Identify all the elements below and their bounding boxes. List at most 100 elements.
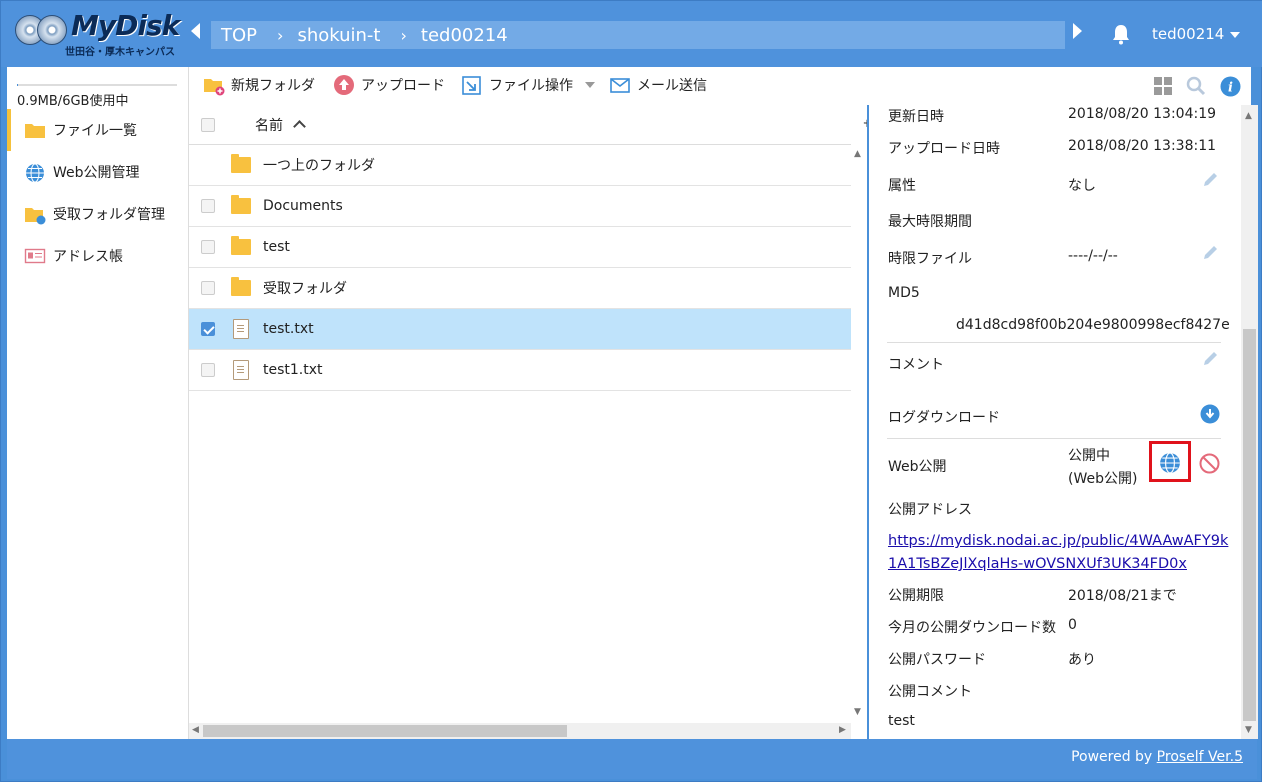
public-address-line1[interactable]: https://mydisk.nodai.ac.jp/public/4WAAwA… (888, 530, 1228, 553)
sidebar-item-label: ファイル一覧 (53, 123, 137, 139)
usage-bar-fill (17, 84, 18, 86)
edit-attribute-pencil-icon[interactable] (1201, 171, 1219, 189)
sidebar-item-address-book[interactable]: アドレス帳 (7, 235, 188, 277)
sidebar-item-web-public[interactable]: Web公開管理 (7, 151, 188, 193)
timed-file-label: 時限ファイル (888, 251, 972, 267)
app-window: MyDisk 世田谷・厚木キャンパス TOP › shokuin-t › ted… (0, 0, 1262, 782)
name-column-header[interactable]: 名前 (255, 115, 283, 135)
stop-public-icon[interactable] (1199, 453, 1220, 474)
file-name[interactable]: 受取フォルダ (263, 278, 347, 298)
receive-folder-icon (24, 205, 46, 225)
uploaded-value: 2018/08/20 13:38:11 (1068, 138, 1217, 154)
svg-text:i: i (1228, 81, 1233, 96)
max-period-label: 最大時限期間 (888, 214, 972, 230)
upload-button[interactable]: アップロード (333, 74, 445, 96)
list-item[interactable]: Documents (189, 186, 851, 227)
chevron-down-icon[interactable] (1230, 32, 1240, 38)
file-name[interactable]: test (263, 239, 290, 255)
file-name[interactable]: 一つ上のフォルダ (263, 155, 375, 175)
chevron-right-icon: › (400, 25, 407, 45)
new-folder-button[interactable]: 新規フォルダ (203, 74, 315, 96)
toolbar: 新規フォルダ アップロード ファイル操作 メール送信 i (189, 67, 1251, 105)
proself-link[interactable]: Proself Ver.5 (1157, 749, 1243, 765)
sidebar-item-label: アドレス帳 (53, 249, 123, 265)
public-comment-value: test (888, 713, 915, 729)
folder-icon (24, 121, 46, 139)
scrollbar-thumb[interactable] (203, 725, 567, 737)
breadcrumb-item-top[interactable]: TOP (221, 25, 257, 46)
password-label: 公開パスワード (888, 652, 986, 668)
list-item[interactable]: test (189, 227, 851, 268)
edit-comment-pencil-icon[interactable] (1201, 350, 1219, 368)
download-icon[interactable] (1200, 404, 1220, 424)
public-address-line2[interactable]: 1A1TsBZeJlXqlaHs-wOVSNXUf3UK34FD0x (888, 553, 1228, 576)
sidebar-item-receive-folder[interactable]: 受取フォルダ管理 (7, 193, 188, 235)
header: MyDisk 世田谷・厚木キャンパス TOP › shokuin-t › ted… (1, 1, 1262, 67)
sidebar-item-file-list[interactable]: ファイル一覧 (7, 109, 188, 151)
search-icon[interactable] (1186, 76, 1206, 96)
timed-file-value: ----/--/-- (1068, 248, 1118, 264)
scroll-down-icon[interactable]: ▼ (1245, 725, 1252, 735)
bell-icon[interactable] (1111, 23, 1131, 45)
new-folder-icon (203, 74, 225, 96)
public-limit-value: 2018/08/21まで (1068, 588, 1177, 604)
user-menu[interactable]: ted00214 (1152, 25, 1224, 43)
file-operations-button[interactable]: ファイル操作 (461, 74, 595, 96)
file-name[interactable]: test1.txt (263, 362, 323, 378)
breadcrumb: TOP › shokuin-t › ted00214 (211, 21, 1065, 49)
breadcrumb-back-icon[interactable] (191, 23, 200, 39)
file-operations-label: ファイル操作 (489, 78, 573, 94)
file-operations-icon (461, 74, 483, 96)
divider (887, 438, 1221, 439)
send-mail-button[interactable]: メール送信 (609, 74, 707, 96)
mail-icon (609, 74, 631, 96)
row-checkbox[interactable] (201, 240, 215, 254)
row-checkbox[interactable] (201, 281, 215, 295)
sidebar-item-label: 受取フォルダ管理 (53, 207, 165, 223)
public-address-link[interactable]: https://mydisk.nodai.ac.jp/public/4WAAwA… (888, 530, 1228, 576)
text-file-icon (233, 360, 249, 380)
size-column-header[interactable]: サ (863, 115, 867, 134)
download-count-label: 今月の公開ダウンロード数 (888, 620, 1056, 636)
text-file-icon (233, 319, 249, 339)
address-book-icon (24, 247, 46, 265)
file-list: 名前 サ 一つ上のフォルダ Documents test 受取フォルダ test… (189, 105, 867, 739)
file-list-vertical-scrollbar[interactable]: ▲ ▼ (851, 145, 867, 723)
breadcrumb-forward-icon[interactable] (1073, 23, 1082, 39)
scroll-down-icon[interactable]: ▼ (854, 707, 861, 717)
password-value: あり (1068, 652, 1096, 668)
file-name[interactable]: Documents (263, 198, 343, 214)
scroll-right-icon[interactable]: ▶ (839, 725, 846, 735)
select-all-checkbox[interactable] (201, 117, 215, 132)
md5-value: d41d8cd98f00b204e9800998ecf8427e (956, 317, 1230, 333)
scrollbar-thumb[interactable] (1243, 329, 1256, 721)
sidebar-item-label: Web公開管理 (53, 165, 140, 181)
globe-icon (24, 163, 46, 183)
row-checkbox-checked[interactable] (201, 322, 215, 336)
list-item[interactable]: 受取フォルダ (189, 268, 851, 309)
file-name[interactable]: test.txt (263, 321, 314, 337)
file-list-horizontal-scrollbar[interactable]: ◀ ▶ (189, 723, 851, 739)
updated-label: 更新日時 (888, 109, 944, 125)
logo-text: MyDisk (71, 9, 180, 42)
row-checkbox[interactable] (201, 199, 215, 213)
mydisk-logo[interactable]: MyDisk 世田谷・厚木キャンパス (15, 9, 180, 59)
sort-ascending-icon[interactable] (293, 120, 306, 133)
breadcrumb-item-shokuin[interactable]: shokuin-t (297, 25, 380, 46)
detail-vertical-scrollbar[interactable]: ▲ ▼ (1241, 105, 1258, 739)
info-icon[interactable]: i (1220, 76, 1241, 97)
scroll-up-icon[interactable]: ▲ (1245, 111, 1252, 121)
scroll-up-icon[interactable]: ▲ (854, 149, 861, 159)
web-public-globe-icon[interactable] (1159, 452, 1181, 474)
chevron-down-icon[interactable] (585, 82, 595, 88)
list-item-selected[interactable]: test.txt (189, 309, 851, 350)
breadcrumb-item-current[interactable]: ted00214 (421, 25, 508, 46)
list-item[interactable]: test1.txt (189, 350, 851, 391)
list-item-parent-folder[interactable]: 一つ上のフォルダ (189, 145, 851, 186)
edit-timed-file-pencil-icon[interactable] (1201, 244, 1219, 262)
usage-bar (17, 84, 177, 86)
row-checkbox[interactable] (201, 363, 215, 377)
scroll-left-icon[interactable]: ◀ (192, 725, 199, 735)
grid-view-icon[interactable] (1154, 77, 1172, 95)
attribute-value: なし (1068, 178, 1096, 194)
